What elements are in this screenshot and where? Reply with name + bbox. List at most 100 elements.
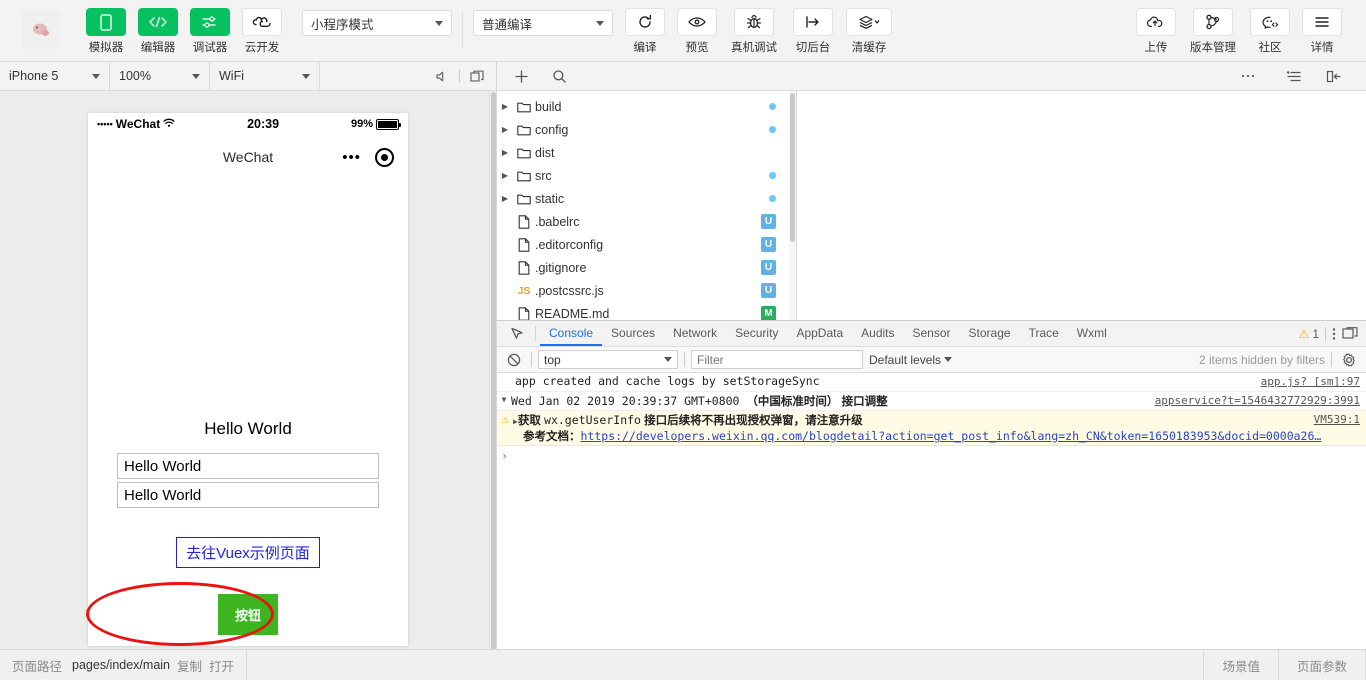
devtools-tab-storage[interactable]: Storage xyxy=(960,321,1020,346)
chevron-right-icon[interactable]: ▶ xyxy=(497,125,513,134)
search-icon[interactable] xyxy=(547,65,571,87)
chevron-right-icon[interactable]: ▶ xyxy=(497,102,513,111)
file-tree-row[interactable]: ▶.babelrcU xyxy=(497,210,796,233)
toolbar-item-real-device-debug[interactable]: 真机调试 xyxy=(725,0,783,55)
debugger-icon xyxy=(190,8,230,36)
file-tree-row[interactable]: ▶README.mdM xyxy=(497,302,796,320)
devtools-tab-audits[interactable]: Audits xyxy=(852,321,903,346)
network-select[interactable]: WiFi xyxy=(210,62,320,90)
expand-triangle-icon[interactable]: ▼ xyxy=(497,393,511,405)
toolbar-item-cloud-dev[interactable]: 云开发 xyxy=(238,0,286,55)
chevron-right-icon[interactable]: ▶ xyxy=(497,148,513,157)
scene-value-button[interactable]: 场景值 xyxy=(1204,650,1279,680)
collapse-panel-icon[interactable] xyxy=(1322,65,1346,87)
console-prompt-symbol: › xyxy=(501,449,509,463)
clear-console-icon[interactable] xyxy=(503,353,525,367)
gear-icon[interactable] xyxy=(1338,352,1360,367)
target-circle-icon[interactable] xyxy=(375,147,394,167)
toolbar-item-compile[interactable]: 编译 xyxy=(621,0,669,55)
mode-select[interactable]: 小程序模式 xyxy=(302,10,452,36)
toolbar-item-version-control[interactable]: 版本管理 xyxy=(1184,0,1242,55)
more-dots-icon[interactable]: ••• xyxy=(342,149,361,166)
toolbar-item-upload[interactable]: 上传 xyxy=(1132,0,1180,55)
console-context-select[interactable]: top xyxy=(538,350,678,369)
console-source-link[interactable]: VM539:1 xyxy=(1314,413,1360,426)
window-copy-icon[interactable] xyxy=(468,67,486,85)
file-tree-row[interactable]: ▶ build xyxy=(497,95,796,118)
action-button[interactable]: 按钮 xyxy=(218,594,278,635)
file-tree-row[interactable]: ▶ src xyxy=(497,164,796,187)
outline-icon[interactable] xyxy=(1282,65,1306,87)
warning-count-badge[interactable]: ⚠ 1 xyxy=(1299,327,1319,341)
console-source-link[interactable]: app.js? [sm]:97 xyxy=(1261,375,1360,388)
vuex-example-link[interactable]: 去往Vuex示例页面 xyxy=(176,537,320,568)
file-icon xyxy=(513,260,535,275)
toolbar-item-community[interactable]: 社区 xyxy=(1246,0,1294,55)
devtools-tab-sensor[interactable]: Sensor xyxy=(904,321,960,346)
toolbar-item-clear-cache[interactable]: 清缓存 xyxy=(843,0,895,55)
console-levels-select[interactable]: Default levels xyxy=(869,353,953,367)
toolbar-label: 版本管理 xyxy=(1190,42,1236,54)
chevron-right-icon[interactable]: ▶ xyxy=(497,171,513,180)
console-row[interactable]: ▼ Wed Jan 02 2019 20:39:37 GMT+0800 （中国标准… xyxy=(497,392,1366,411)
hello-input-2[interactable]: Hello World xyxy=(117,482,379,508)
devtools-tab-appdata[interactable]: AppData xyxy=(787,321,852,346)
toolbar-item-simulator[interactable]: 模拟器 xyxy=(82,0,130,55)
simulator-scrollbar[interactable] xyxy=(489,91,496,649)
simulator-icon xyxy=(86,8,126,36)
phone-status-bar: ••••• WeChat 20:39 99% xyxy=(88,113,408,135)
toolbar-item-debugger[interactable]: 调试器 xyxy=(186,0,234,55)
devtools-tab-sources[interactable]: Sources xyxy=(602,321,664,346)
file-tree-scrollbar[interactable] xyxy=(789,91,796,320)
more-options-icon[interactable] xyxy=(1236,65,1260,87)
file-tree-row[interactable]: ▶ static xyxy=(497,187,796,210)
console-filter-input[interactable] xyxy=(691,350,863,369)
devtools-dock-icon[interactable] xyxy=(1342,327,1358,340)
volume-icon[interactable] xyxy=(433,67,451,85)
console-row[interactable]: app created and cache logs by setStorage… xyxy=(497,373,1366,392)
modified-dot-indicator xyxy=(769,172,776,179)
inspect-element-icon[interactable] xyxy=(503,321,531,346)
file-tree-row[interactable]: ▶JS.postcssrc.jsU xyxy=(497,279,796,302)
devtools-tab-console[interactable]: Console xyxy=(540,321,603,346)
toolbar-item-editor[interactable]: 编辑器 xyxy=(134,0,182,55)
filterbar-divider xyxy=(1331,352,1332,367)
reference-doc-link[interactable]: https://developers.weixin.qq.com/blogdet… xyxy=(581,429,1322,443)
signal-dots-icon: ••••• xyxy=(97,119,113,129)
file-tree-row[interactable]: ▶ config xyxy=(497,118,796,141)
file-tree-row[interactable]: ▶ dist xyxy=(497,141,796,164)
copy-path-button[interactable]: 复制 xyxy=(177,656,202,675)
warning-count-value: 1 xyxy=(1312,326,1319,341)
devtools-more-icon[interactable] xyxy=(1332,327,1336,341)
open-path-button[interactable]: 打开 xyxy=(209,656,234,675)
file-tree-row[interactable]: ▶.gitignoreU xyxy=(497,256,796,279)
hidden-items-note: 2 items hidden by filters xyxy=(1198,352,1325,367)
toolbar-item-switch-background[interactable]: 切后台 xyxy=(787,0,839,55)
compile-mode-select[interactable]: 普通编译 xyxy=(473,10,613,36)
hello-input-1[interactable]: Hello World xyxy=(117,453,379,479)
file-tree-row[interactable]: ▶.editorconfigU xyxy=(497,233,796,256)
toolbar-item-details[interactable]: 详情 xyxy=(1298,0,1346,55)
add-file-icon[interactable] xyxy=(509,65,533,87)
console-output[interactable]: app created and cache logs by setStorage… xyxy=(497,373,1366,649)
devtools-tab-wxml[interactable]: Wxml xyxy=(1068,321,1116,346)
tabbar-divider xyxy=(1325,326,1326,341)
devtools-tab-network[interactable]: Network xyxy=(664,321,726,346)
eye-icon xyxy=(677,8,717,36)
zoom-select[interactable]: 100% xyxy=(110,62,210,90)
bug-icon xyxy=(734,8,774,36)
toolbar-label: 真机调试 xyxy=(731,42,777,54)
toolbar-item-preview[interactable]: 预览 xyxy=(673,0,721,55)
device-select[interactable]: iPhone 5 xyxy=(0,62,110,90)
folder-icon xyxy=(513,193,535,205)
devtools-tab-trace[interactable]: Trace xyxy=(1020,321,1068,346)
devtools-tab-security[interactable]: Security xyxy=(726,321,787,346)
console-source-link[interactable]: appservice?t=1546432772929:3991 xyxy=(1155,394,1360,407)
simulator-canvas: ••••• WeChat 20:39 99% WeChat ••• Hello … xyxy=(0,91,496,649)
chevron-down-icon xyxy=(302,73,310,79)
warning-text-pre: 获取 xyxy=(517,415,545,427)
console-row[interactable]: ⚠ ▶获取 wx.getUserInfo 接口后续将不再出现授权弹窗，请注意升级参… xyxy=(497,411,1366,446)
console-prompt[interactable]: › xyxy=(497,446,1366,466)
page-params-button[interactable]: 页面参数 xyxy=(1279,650,1366,680)
chevron-right-icon[interactable]: ▶ xyxy=(497,194,513,203)
